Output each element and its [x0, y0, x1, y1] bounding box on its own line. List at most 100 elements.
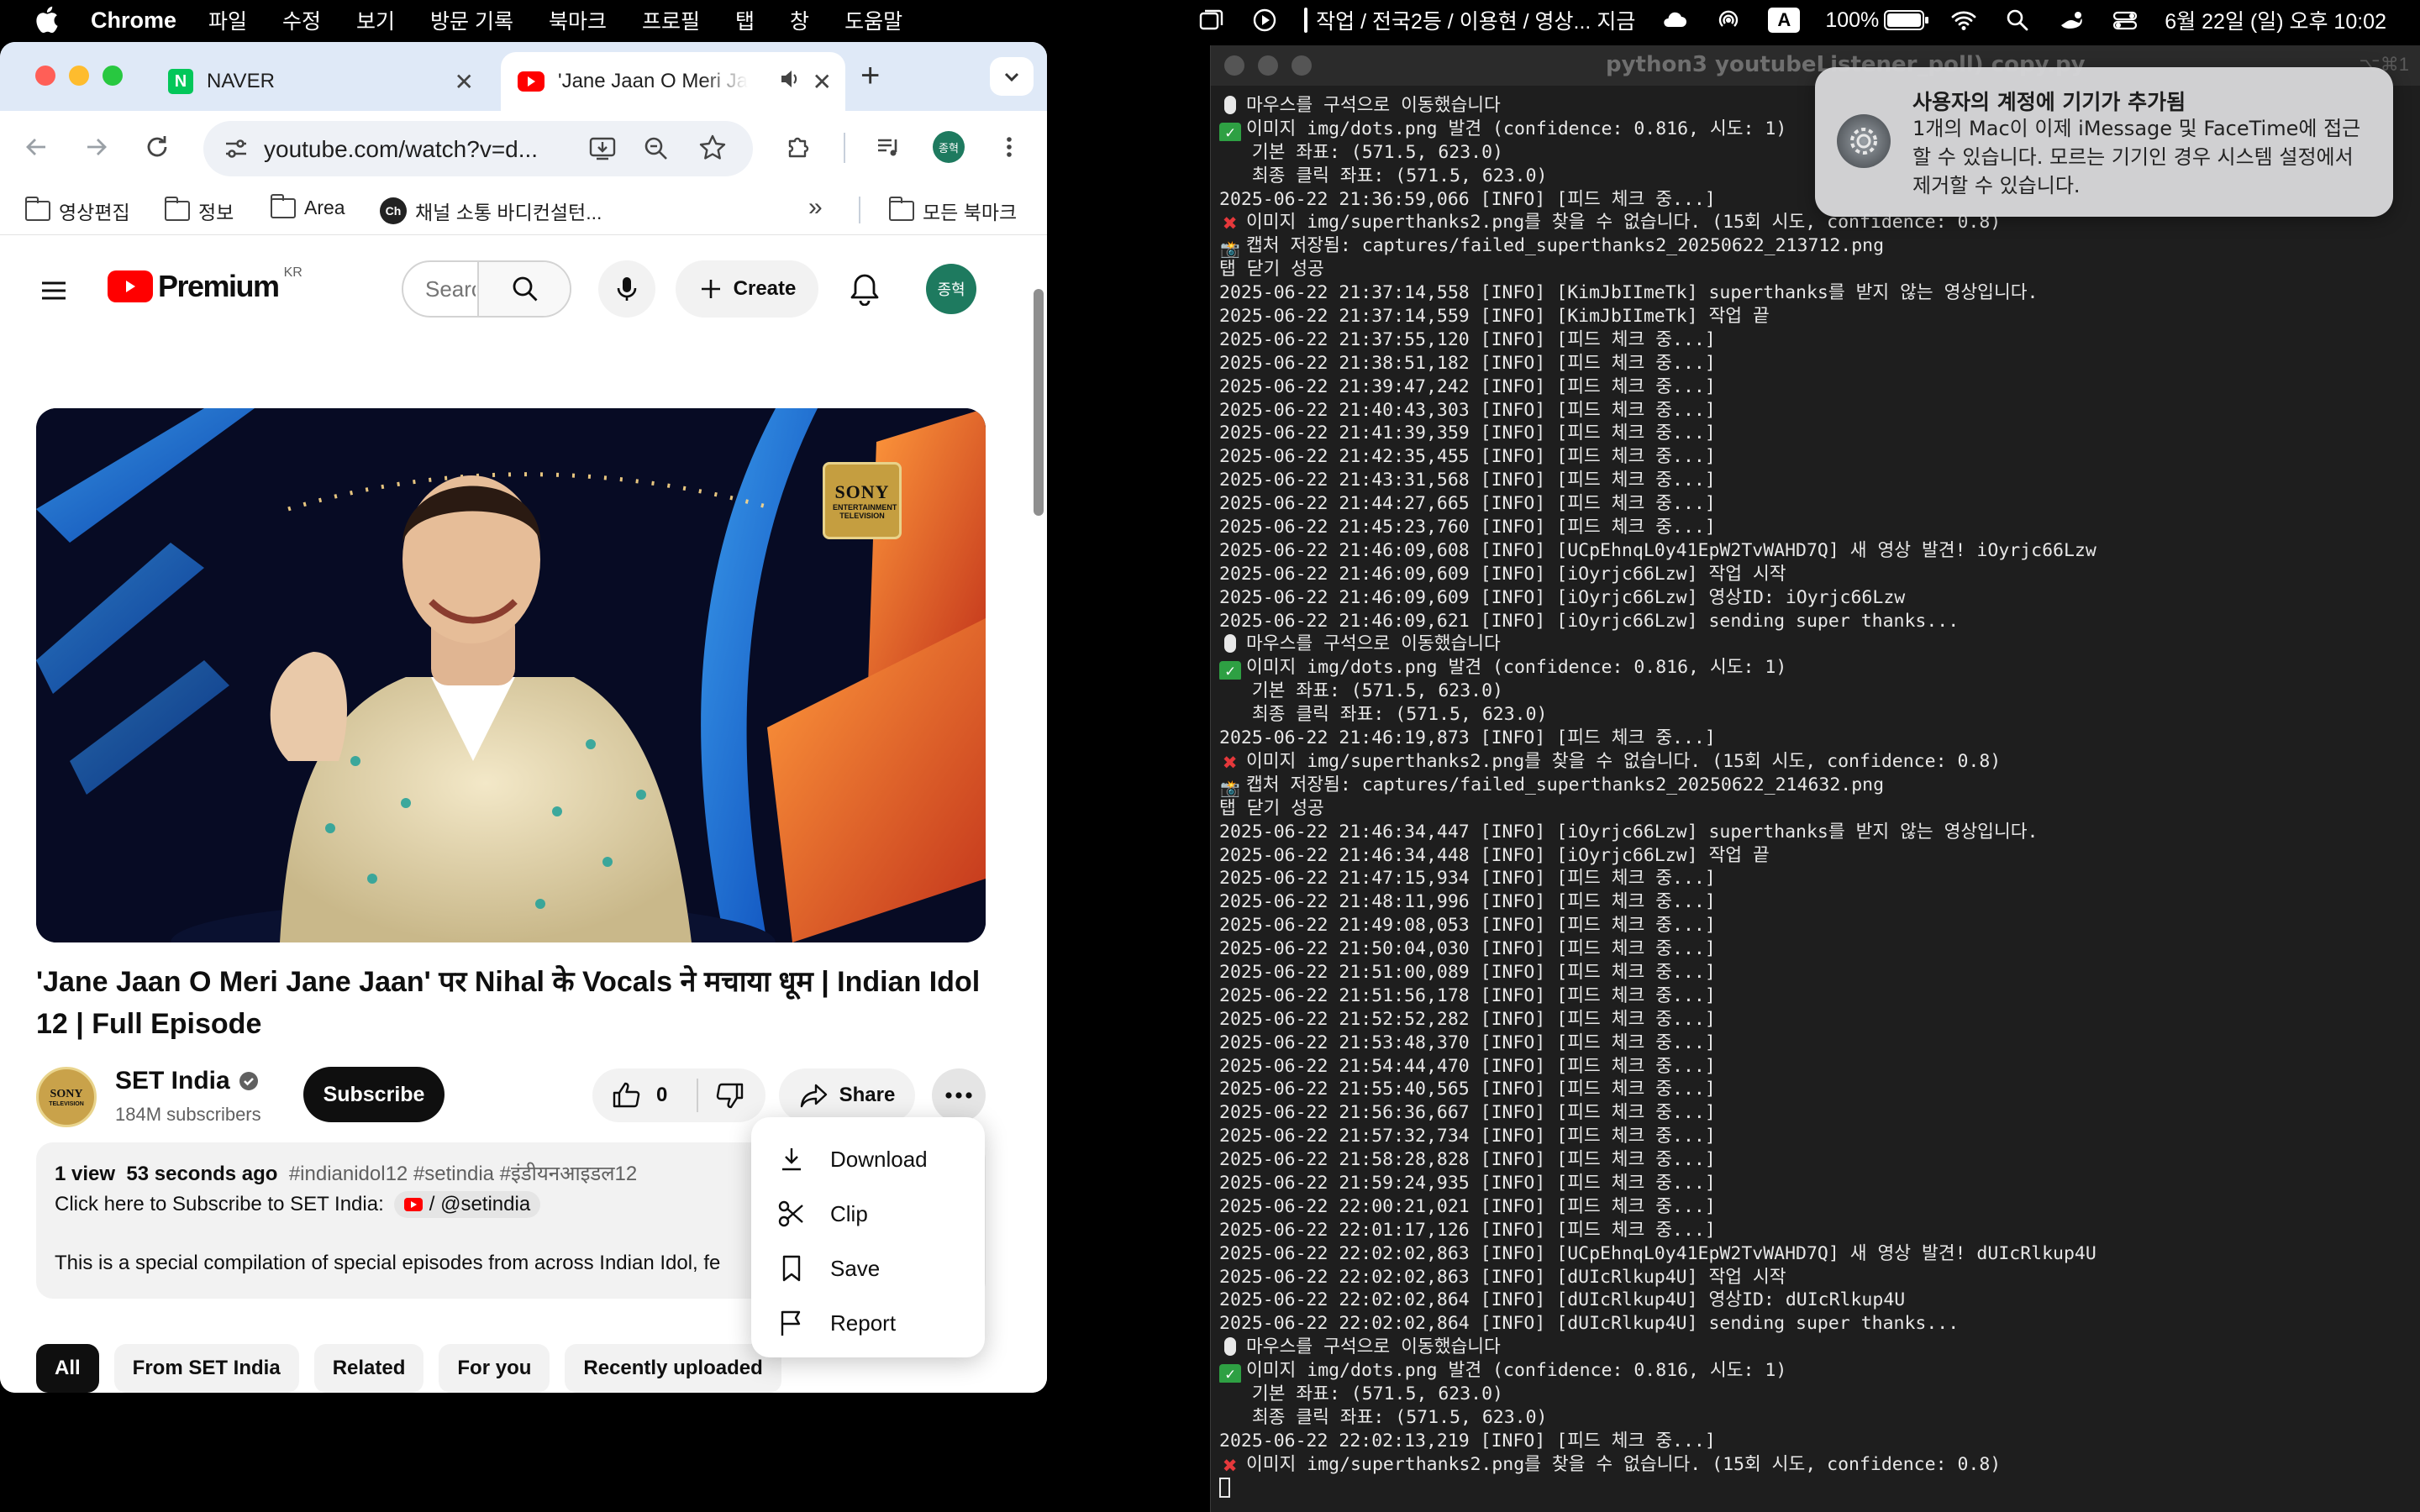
- back-button[interactable]: [17, 128, 55, 166]
- chrome-window: N NAVER ✕ 'Jane Jaan O Meri Ja ✕ + youtu…: [0, 42, 1047, 1393]
- like-button[interactable]: 0: [611, 1080, 667, 1110]
- install-app-icon[interactable]: [587, 133, 618, 169]
- more-actions-button[interactable]: [932, 1068, 986, 1122]
- reload-button[interactable]: [138, 128, 176, 166]
- close-window-button[interactable]: [35, 66, 55, 86]
- create-button[interactable]: Create: [676, 260, 818, 318]
- page-scrollbar[interactable]: [1030, 237, 1047, 1393]
- naver-icon: N: [168, 69, 193, 94]
- squirrel-icon[interactable]: [2057, 6, 2086, 34]
- youtube-logo[interactable]: Premium KR: [108, 265, 302, 304]
- profile-avatar[interactable]: 종혁: [929, 128, 968, 166]
- zoom-window-button[interactable]: [103, 66, 123, 86]
- menu-history[interactable]: 방문 기록: [430, 5, 513, 35]
- menu-tab[interactable]: 탭: [735, 5, 755, 35]
- menu-window[interactable]: 창: [790, 5, 809, 35]
- chrome-menu-kebab-icon[interactable]: [990, 128, 1028, 166]
- menu-item-save[interactable]: Save: [776, 1250, 880, 1287]
- more-horizontal-icon: [945, 1092, 972, 1099]
- now-playing-text[interactable]: 작업 / 전국2등 / 이용현 / 영상... 지금: [1304, 5, 1635, 35]
- forward-button[interactable]: [77, 128, 116, 166]
- control-center-icon[interactable]: [2111, 6, 2139, 34]
- tab-youtube[interactable]: 'Jane Jaan O Meri Ja ✕: [501, 52, 845, 111]
- menu-file[interactable]: 파일: [208, 5, 247, 35]
- terminal-minimize-button[interactable]: [1258, 55, 1278, 76]
- search-input[interactable]: [425, 274, 476, 304]
- bookmark-folder-video-edit[interactable]: 영상편집: [25, 197, 130, 225]
- bookmark-star-icon[interactable]: [697, 133, 728, 167]
- terminal-prompt[interactable]: [1219, 1477, 2412, 1500]
- chip-all[interactable]: All: [36, 1344, 99, 1393]
- close-tab-icon[interactable]: ✕: [813, 68, 832, 96]
- apple-menu-icon[interactable]: [34, 5, 59, 34]
- spotlight-search-icon[interactable]: [2003, 6, 2032, 34]
- new-tab-button[interactable]: +: [860, 57, 880, 95]
- battery-status[interactable]: 100%: [1825, 8, 1929, 33]
- cloud-icon[interactable]: [1660, 6, 1689, 34]
- menu-item-report[interactable]: Report: [776, 1305, 896, 1341]
- menu-item-download[interactable]: Download: [776, 1141, 928, 1178]
- extensions-puzzle-icon[interactable]: [780, 128, 818, 166]
- tab-search-button[interactable]: [990, 57, 1034, 96]
- terminal-output[interactable]: 마우스를 구석으로 이동했습니다 ✓ 이미지 img/dots.png 발견 (co…: [1219, 94, 2412, 1499]
- channel-handle-link[interactable]: / @setindia: [393, 1191, 541, 1218]
- terminal-line: 2025-06-22 21:42:35,455 [INFO] [피드 체크 중.…: [1219, 445, 2412, 469]
- camera-icon: 📸: [1220, 779, 1240, 797]
- dislike-button[interactable]: [715, 1080, 745, 1115]
- site-info-icon[interactable]: [222, 134, 250, 167]
- hamburger-menu-icon[interactable]: [37, 274, 71, 312]
- notification-banner[interactable]: 사용자의 계정에 기기가 추가됨 1개의 Mac이 이제 iMessage 및 …: [1815, 67, 2393, 217]
- subscriber-count: 184M subscribers: [115, 1104, 261, 1125]
- terminal-line: 2025-06-22 21:53:48,370 [INFO] [피드 체크 중.…: [1219, 1032, 2412, 1055]
- terminal-zoom-button[interactable]: [1292, 55, 1312, 76]
- video-player[interactable]: SONY ENTERTAINMENT TELEVISION: [36, 408, 986, 942]
- terminal-line: 2025-06-22 21:40:43,303 [INFO] [피드 체크 중.…: [1219, 399, 2412, 423]
- menu-item-label: Report: [830, 1310, 897, 1336]
- terminal-line: 2025-06-22 21:47:15,934 [INFO] [피드 체크 중.…: [1219, 867, 2412, 890]
- menu-edit[interactable]: 수정: [282, 5, 321, 35]
- play-circle-icon[interactable]: [1250, 6, 1279, 34]
- bookmark-folder-info[interactable]: 정보: [165, 197, 234, 225]
- bookmark-channel-consultant[interactable]: Ch 채널 소통 바디컨설턴...: [380, 197, 602, 225]
- voice-search-button[interactable]: [598, 260, 655, 318]
- chip-recently-uploaded[interactable]: Recently uploaded: [565, 1344, 781, 1393]
- channel-name[interactable]: SET India: [115, 1067, 259, 1095]
- terminal-close-button[interactable]: [1224, 55, 1244, 76]
- input-source-icon[interactable]: A: [1768, 8, 1801, 33]
- minimize-window-button[interactable]: [69, 66, 89, 86]
- download-icon: [782, 1148, 801, 1171]
- menu-profiles[interactable]: 프로필: [642, 5, 700, 35]
- search-button[interactable]: [477, 262, 570, 316]
- address-bar[interactable]: youtube.com/watch?v=d...: [203, 121, 753, 176]
- chip-from-channel[interactable]: From SET India: [113, 1344, 299, 1393]
- wifi-icon[interactable]: [1949, 6, 1978, 34]
- account-avatar[interactable]: 종혁: [926, 264, 976, 314]
- clock[interactable]: 6월 22일 (일) 오후 10:02: [2165, 5, 2386, 35]
- airdrop-icon[interactable]: [1714, 6, 1743, 34]
- notifications-bell-icon[interactable]: [849, 272, 881, 310]
- bookmark-folder-area[interactable]: Area: [271, 193, 345, 219]
- speaker-icon[interactable]: [778, 67, 802, 97]
- terminal-line-text: 2025-06-22 21:37:55,120 [INFO] [피드 체크 중.…: [1219, 328, 1716, 350]
- close-tab-icon[interactable]: ✕: [455, 68, 474, 96]
- tab-naver[interactable]: N NAVER ✕: [151, 52, 487, 111]
- terminal-line-text: 마우스를 구석으로 이동했습니다: [1246, 95, 1501, 116]
- channel-avatar[interactable]: SONY TELEVISION: [36, 1067, 97, 1127]
- media-control-icon[interactable]: [869, 128, 908, 166]
- menu-view[interactable]: 보기: [356, 5, 395, 35]
- menu-item-clip[interactable]: Clip: [776, 1195, 868, 1232]
- chip-for-you[interactable]: For you: [439, 1344, 550, 1393]
- menu-help[interactable]: 도움말: [844, 5, 902, 35]
- active-app-name[interactable]: Chrome: [91, 8, 176, 34]
- channel-avatar-sub: TELEVISION: [49, 1100, 84, 1107]
- share-button[interactable]: Share: [779, 1068, 915, 1122]
- bookmark-all-bookmarks[interactable]: 모든 북마크: [889, 197, 1017, 225]
- subscribe-button[interactable]: Subscribe: [303, 1067, 445, 1122]
- chip-related[interactable]: Related: [313, 1344, 424, 1393]
- zoom-icon[interactable]: [642, 134, 671, 167]
- scrollbar-thumb[interactable]: [1034, 289, 1044, 516]
- more-bookmarks-chevron-icon[interactable]: »: [808, 193, 823, 222]
- hashtags[interactable]: #indianidol12 #setindia #इंडीयनआइडल12: [289, 1163, 637, 1185]
- menu-bookmarks[interactable]: 북마크: [549, 5, 607, 35]
- window-stack-icon[interactable]: [1197, 6, 1225, 34]
